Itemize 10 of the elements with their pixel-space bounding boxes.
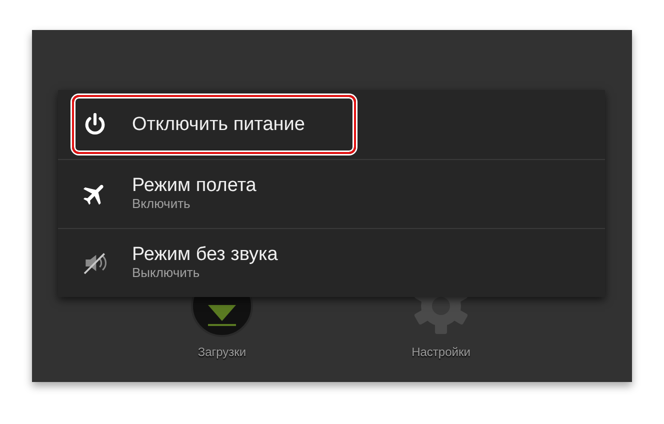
menu-item-title: Режим без звука: [132, 244, 278, 266]
menu-item[interactable]: Режим без звука Выключить: [58, 228, 605, 297]
menu-item-subtitle: Выключить: [132, 265, 201, 282]
app-label[interactable]: Настройки: [412, 343, 470, 361]
menu-item-title: Режим полета: [132, 174, 256, 196]
menu-item[interactable]: Режим полета Включить: [58, 159, 605, 228]
menu-item-subtitle: Включить: [132, 196, 192, 214]
menu-item[interactable]: Отключить питание: [58, 90, 605, 159]
menu-item-title: Отключить питание: [132, 114, 305, 136]
app-label[interactable]: Загрузки: [198, 343, 246, 361]
